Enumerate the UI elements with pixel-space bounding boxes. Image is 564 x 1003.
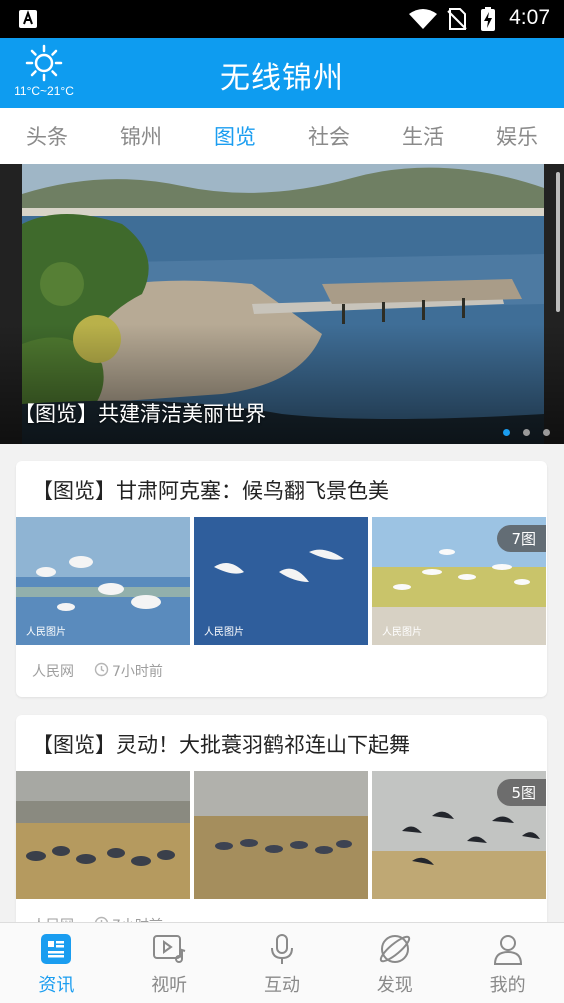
news-icon — [40, 933, 72, 971]
no-sim-icon — [447, 8, 467, 34]
status-time: 4:07 — [509, 6, 550, 29]
app-a-icon — [18, 9, 38, 33]
media-icon — [152, 933, 186, 971]
scrollbar[interactable] — [556, 172, 560, 312]
discover-icon — [378, 933, 412, 971]
featured-banner[interactable]: 【图览】共建清洁美丽世界 — [0, 164, 564, 444]
article-meta: 人民网 7小时前 — [32, 661, 163, 681]
nav-label: 发现 — [376, 975, 413, 996]
photo-watermark: 人民图片 — [26, 625, 66, 638]
article-thumbnails: 5图 — [16, 771, 547, 899]
article-source: 人民网 — [32, 664, 74, 680]
article-thumbnail[interactable] — [194, 771, 368, 899]
tab-shehui[interactable]: 社会 — [289, 121, 369, 151]
status-bar: 4:07 — [0, 0, 564, 38]
category-tabs: 头条 锦州 图览 社会 生活 娱乐 — [0, 108, 564, 164]
image-count-badge: 7图 — [497, 525, 546, 552]
article-card[interactable]: 【图览】甘肃阿克塞：候鸟翻飞景色美 人民图片 人民图片 人民图片 7图 人民网 … — [16, 461, 547, 697]
nav-discover[interactable]: 发现 — [350, 923, 440, 1003]
banner-caption: 【图览】共建清洁美丽世界 — [14, 402, 266, 426]
nav-label: 资讯 — [38, 975, 75, 996]
tab-jinzhou[interactable]: 锦州 — [101, 121, 181, 151]
tab-shenghuo[interactable]: 生活 — [383, 121, 463, 151]
app-title: 无线锦州 — [220, 61, 344, 96]
clock-icon — [94, 662, 109, 681]
article-thumbnail[interactable]: 人民图片 7图 — [372, 517, 546, 645]
tab-toutiao[interactable]: 头条 — [7, 121, 87, 151]
wifi-icon — [408, 8, 438, 34]
article-thumbnails: 人民图片 人民图片 人民图片 7图 — [16, 517, 547, 645]
article-thumbnail[interactable]: 人民图片 — [194, 517, 368, 645]
nav-label: 互动 — [263, 975, 300, 996]
pagination-dot[interactable] — [523, 429, 530, 436]
article-title: 【图览】灵动！大批蓑羽鹤祁连山下起舞 — [32, 733, 410, 757]
microphone-icon — [266, 933, 298, 971]
battery-charging-icon — [480, 7, 496, 35]
tab-yule[interactable]: 娱乐 — [477, 121, 557, 151]
pagination-dot[interactable] — [543, 429, 550, 436]
image-count-badge: 5图 — [497, 779, 546, 806]
photo-watermark: 人民图片 — [204, 625, 244, 638]
app-header: 11°C~21°C 无线锦州 — [0, 38, 564, 108]
pagination-dot[interactable] — [503, 429, 510, 436]
article-thumbnail[interactable]: 5图 — [372, 771, 546, 899]
article-thumbnail[interactable]: 人民图片 — [16, 517, 190, 645]
article-thumbnail[interactable] — [16, 771, 190, 899]
article-card[interactable]: 【图览】灵动！大批蓑羽鹤祁连山下起舞 5图 — [16, 715, 547, 951]
nav-interact[interactable]: 互动 — [237, 923, 327, 1003]
article-time: 7小时前 — [112, 664, 163, 680]
nav-media[interactable]: 视听 — [124, 923, 214, 1003]
banner-pagination — [503, 429, 550, 436]
user-icon — [492, 933, 524, 971]
nav-label: 视听 — [151, 975, 188, 996]
nav-label: 我的 — [489, 975, 526, 996]
article-title: 【图览】甘肃阿克塞：候鸟翻飞景色美 — [32, 479, 389, 503]
nav-news[interactable]: 资讯 — [11, 923, 101, 1003]
photo-watermark: 人民图片 — [382, 625, 422, 638]
nav-me[interactable]: 我的 — [463, 923, 553, 1003]
bottom-nav: 资讯 视听 互动 发现 我的 — [0, 922, 564, 1003]
tab-tulan[interactable]: 图览 — [195, 121, 275, 151]
